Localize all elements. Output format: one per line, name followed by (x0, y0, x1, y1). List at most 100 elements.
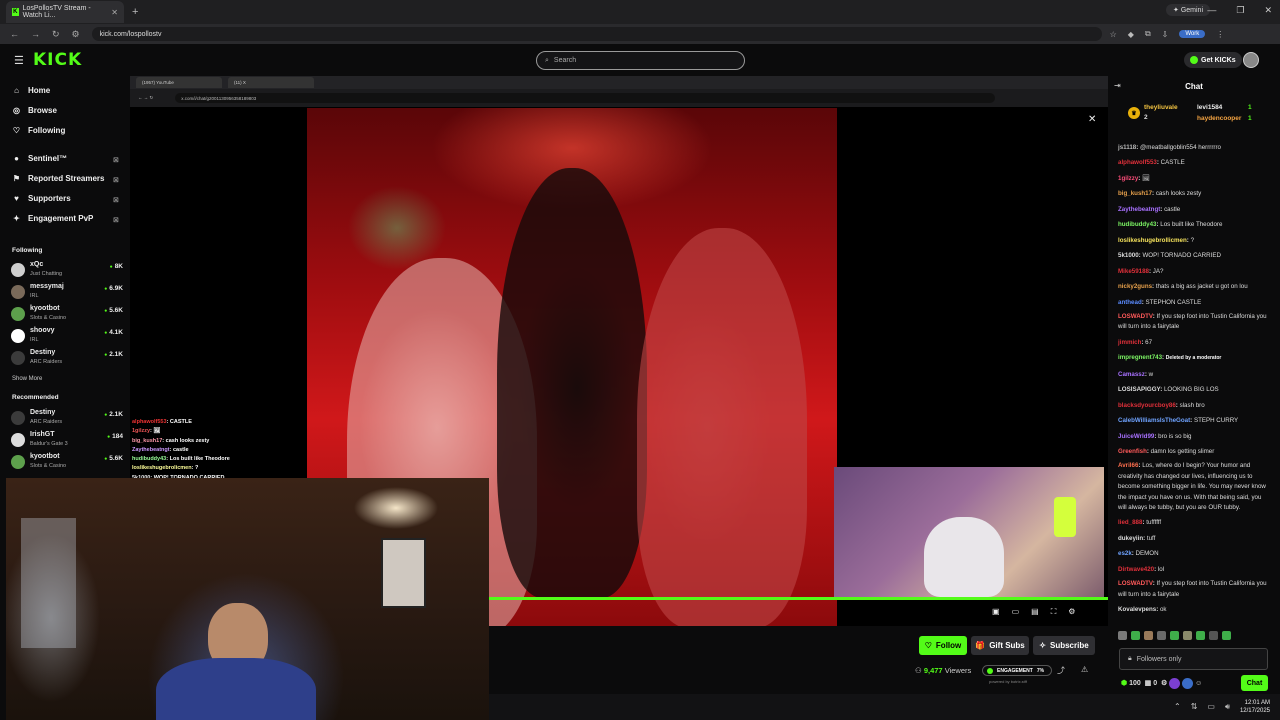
sidebar-item-supporters[interactable]: ♥ Supporters (12, 194, 71, 203)
display-icon[interactable]: ▭ (1207, 702, 1215, 712)
following-channel[interactable]: messymaj IRL 6.9K (11, 283, 123, 303)
pip-icon[interactable]: ▣ (992, 607, 1000, 617)
site-info-icon[interactable]: ⚙ (72, 29, 80, 40)
chat-username[interactable]: dukeyiin (1118, 535, 1143, 542)
extension-icon[interactable]: ◆ (1128, 30, 1134, 39)
tab-close-icon[interactable]: ✕ (111, 8, 118, 17)
chat-username[interactable]: hudibuddy43 (1118, 221, 1157, 228)
report-icon[interactable]: ⚠ (1081, 665, 1088, 674)
chat-username[interactable]: alphawolf553 (1118, 159, 1157, 166)
follow-button[interactable]: ♡ Follow (919, 636, 967, 655)
following-channel[interactable]: xQc Just Chatting 8K (11, 261, 123, 281)
chat-username[interactable]: Camassz (1118, 371, 1145, 378)
chat-username[interactable]: blacksdyourcboy86 (1118, 402, 1176, 409)
gift-icon[interactable]: ▦ (1145, 679, 1152, 687)
sidebar-item-engagement[interactable]: ✦ Engagement PvP (12, 214, 93, 223)
chat-username[interactable]: js1118 (1118, 144, 1136, 151)
maximize-icon[interactable]: ❐ (1236, 5, 1244, 16)
network-icon[interactable]: ⇅ (1191, 702, 1198, 712)
taskbar-clock[interactable]: 12:01 AM 12/17/2025 (1240, 699, 1270, 715)
emote-picker-icon[interactable]: ☺ (1195, 680, 1202, 687)
settings-icon[interactable]: ⚙ (1068, 607, 1075, 617)
chat-username[interactable]: anthead (1118, 299, 1142, 306)
emote-icon[interactable] (1183, 631, 1192, 640)
chat-username[interactable]: LOSWADTV (1118, 313, 1153, 320)
chat-username[interactable]: Kovalevpens (1118, 606, 1156, 613)
emote-icon[interactable] (1118, 631, 1127, 640)
recommended-channel[interactable]: IrishGT Baldur's Gate 3 184 (11, 431, 123, 451)
emote-icon[interactable] (1209, 631, 1218, 640)
chat-username[interactable]: CalebWilliamsIsTheGoat (1118, 417, 1190, 424)
browser-tab[interactable]: K LosPollosTV Stream - Watch Li... ✕ (6, 1, 124, 23)
emote-icon[interactable] (1170, 631, 1179, 640)
recommended-channel[interactable]: kyootbot Slots & Casino 5.6K (11, 453, 123, 473)
back-icon[interactable]: ← (10, 29, 19, 40)
gemini-button[interactable]: ✦ Gemini (1166, 4, 1210, 16)
emote-icon[interactable] (1196, 631, 1205, 640)
close-overlay-icon[interactable]: ✕ (1088, 114, 1096, 125)
get-kicks-button[interactable]: Get KICKs (1184, 52, 1242, 68)
recommended-channel[interactable]: Destiny ARC Raiders 2.1K (11, 409, 123, 429)
chat-username[interactable]: Zaythebeatngt (1118, 206, 1160, 213)
chat-username[interactable]: Greenfish (1118, 448, 1147, 455)
gift-subs-button[interactable]: 🎁 Gift Subs (971, 636, 1029, 655)
chevron-up-icon[interactable]: ⌃ (1174, 702, 1181, 712)
show-more-link[interactable]: Show More (12, 376, 42, 382)
following-channel[interactable]: shoovy IRL 4.1K (11, 327, 123, 347)
emote-icon[interactable] (1131, 631, 1140, 640)
chat-username[interactable]: loslikeshugebrollicmen (1118, 237, 1187, 244)
chat-username[interactable]: lied_888 (1118, 519, 1142, 526)
chat-username[interactable]: nicky2guns (1118, 283, 1152, 290)
bttv-icon[interactable] (1182, 677, 1194, 689)
hamburger-menu-icon[interactable]: ☰ (14, 54, 24, 67)
following-channel[interactable]: kyootbot Slots & Casino 5.6K (11, 305, 123, 325)
bookmark-star-icon[interactable]: ☆ (1110, 30, 1117, 39)
chat-username[interactable]: 1gilzzy (1118, 175, 1138, 182)
forward-icon[interactable]: → (31, 29, 40, 40)
emote-icon[interactable] (1222, 631, 1231, 640)
new-tab-button[interactable]: + (132, 6, 138, 18)
sidebar-item-following[interactable]: ♡ Following (12, 126, 65, 135)
chat-input[interactable]: 🔒︎ Followers only (1119, 648, 1268, 670)
sidebar-item-browse[interactable]: ◎ Browse (12, 106, 57, 115)
reload-icon[interactable]: ↻ (52, 29, 60, 40)
following-channel[interactable]: Destiny ARC Raiders 2.1K (11, 349, 123, 369)
send-chat-button[interactable]: Chat (1241, 675, 1268, 691)
chat-username[interactable]: Avril66 (1118, 462, 1138, 469)
volume-icon[interactable]: 🔊︎ (1225, 702, 1230, 712)
url-field[interactable]: kick.com/lospollostv (91, 27, 1102, 41)
chat-username[interactable]: LOSISAPIGGY (1118, 386, 1160, 393)
chat-username[interactable]: es2k (1118, 550, 1132, 557)
minimize-icon[interactable]: — (1207, 5, 1216, 16)
emote-icon[interactable] (1144, 631, 1153, 640)
close-window-icon[interactable]: ✕ (1264, 5, 1272, 16)
chat-username[interactable]: jimmich (1118, 339, 1141, 346)
captions-icon[interactable]: ▤ (1031, 607, 1039, 617)
sidebar-item-sentinel[interactable]: ● Sentinel™ (12, 154, 67, 163)
sidebar-item-reported[interactable]: ⚑ Reported Streamers (12, 174, 105, 183)
chat-username[interactable]: impregnent743 (1118, 354, 1162, 361)
extensions-icon[interactable]: ⧉ (1145, 29, 1151, 39)
chat-username[interactable]: Mike59188 (1118, 268, 1149, 275)
search-input[interactable]: ⌕ Search (536, 51, 745, 70)
user-avatar[interactable] (1243, 52, 1259, 68)
chat-username[interactable]: big_kush17 (1118, 190, 1152, 197)
emote-icon[interactable] (1157, 631, 1166, 640)
profile-button[interactable]: Work (1179, 30, 1206, 38)
download-icon[interactable]: ⇩ (1162, 30, 1169, 39)
engagement-meter[interactable]: ENGAGEMENT 7% (982, 665, 1052, 676)
chat-username[interactable]: LOSWADTV (1118, 580, 1153, 587)
video-progress-bar[interactable] (488, 597, 1108, 600)
fullscreen-icon[interactable]: ⛶ (1051, 607, 1057, 617)
chat-username[interactable]: JuiceWrld99 (1118, 433, 1154, 440)
theater-icon[interactable]: ▭ (1012, 607, 1020, 617)
chat-username[interactable]: Dirtwave420 (1118, 566, 1154, 573)
share-icon[interactable]: ⤴ (1057, 665, 1065, 676)
sidebar-item-home[interactable]: ⌂ Home (12, 86, 50, 95)
menu-icon[interactable]: ⋮ (1216, 30, 1224, 39)
chat-username[interactable]: 5k1000 (1118, 252, 1139, 259)
ffz-icon[interactable] (1169, 677, 1181, 689)
subscribe-button[interactable]: ✧ Subscribe (1033, 636, 1095, 655)
settings-icon[interactable]: ⚙ (1161, 679, 1167, 687)
kick-logo[interactable]: KICK (33, 50, 82, 70)
